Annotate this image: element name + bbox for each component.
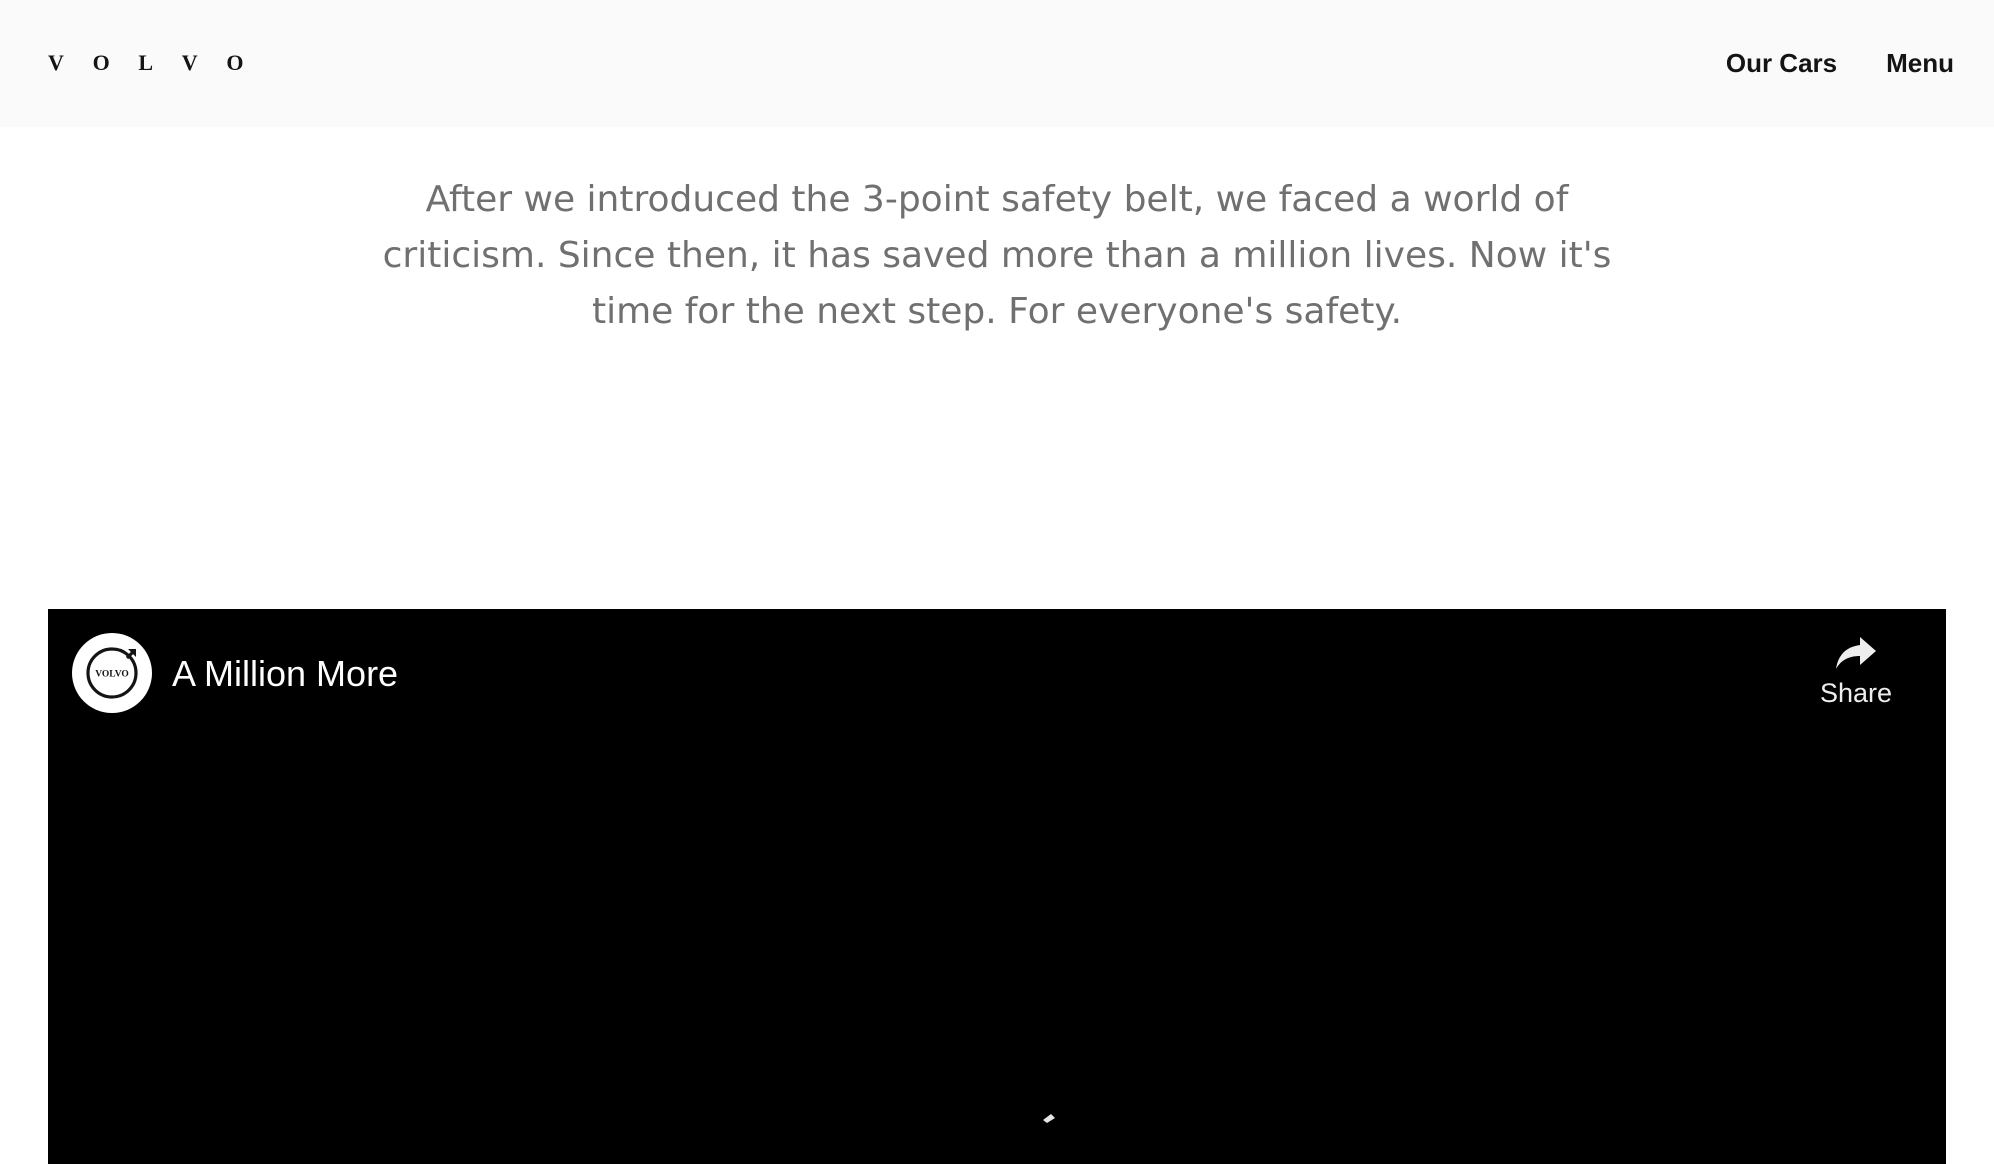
logo-wordmark: V O L V O: [48, 50, 244, 76]
page: V O L V O Our Cars Menu After we introdu…: [0, 0, 1994, 1164]
logo-letter: O: [92, 50, 111, 75]
share-label: Share: [1819, 678, 1893, 708]
main-nav: Our Cars Menu: [1726, 46, 1954, 80]
share-button[interactable]: Share: [1816, 635, 1896, 709]
logo-letter: V: [181, 50, 199, 75]
avatar-wordmark: VOLVO: [95, 670, 129, 680]
logo-letter: V: [48, 50, 65, 75]
volvo-iron-mark-icon: VOLVO: [86, 647, 138, 699]
logo-letter: O: [226, 50, 244, 75]
logo-letter: L: [138, 50, 154, 75]
video-title[interactable]: A Million More: [172, 653, 398, 695]
video-player[interactable]: VOLVO A Million More Share: [48, 609, 1946, 1164]
channel-avatar[interactable]: VOLVO: [72, 633, 152, 713]
site-header: V O L V O Our Cars Menu: [0, 0, 1994, 127]
menu-button[interactable]: Menu: [1886, 46, 1954, 80]
intro-paragraph: After we introduced the 3-point safety b…: [382, 179, 1612, 332]
volvo-logo[interactable]: V O L V O: [48, 50, 244, 76]
loading-spinner-icon: [1043, 1114, 1055, 1123]
share-arrow-icon: [1836, 637, 1876, 669]
our-cars-link[interactable]: Our Cars: [1726, 46, 1837, 80]
